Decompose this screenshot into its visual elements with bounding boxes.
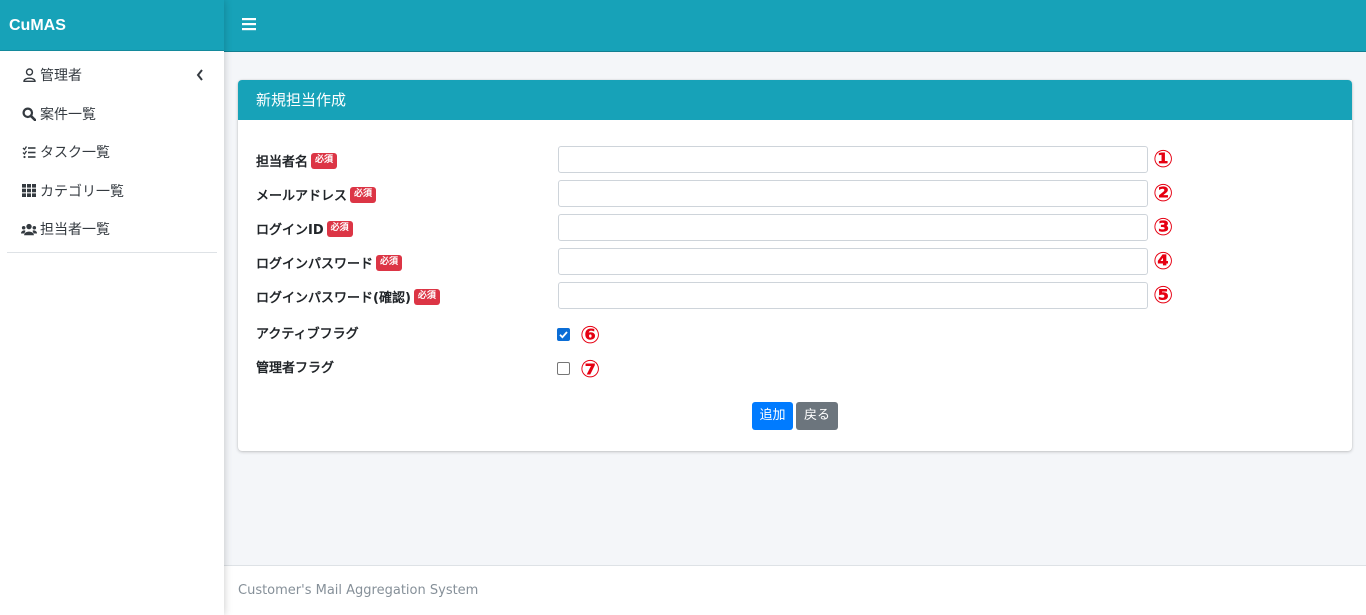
field-label: 管理者フラグ xyxy=(256,361,335,376)
staff-name-input[interactable] xyxy=(558,146,1148,173)
sidebar-item-label: 担当者一覧 xyxy=(40,222,110,239)
add-button[interactable]: 追加 xyxy=(752,402,793,430)
required-badge: 必須 xyxy=(326,220,353,237)
tasks-icon xyxy=(21,144,37,160)
required-badge: 必須 xyxy=(376,254,403,271)
footer-text: Customer's Mail Aggregation System xyxy=(238,583,479,598)
field-label: メールアドレス xyxy=(256,189,348,204)
hamburger-icon[interactable] xyxy=(242,17,260,34)
annotation-marker: ④ xyxy=(1153,247,1174,275)
field-label: 担当者名 xyxy=(256,155,309,170)
required-badge: 必須 xyxy=(350,186,377,203)
sidebar-item-label: 案件一覧 xyxy=(40,106,96,123)
search-icon xyxy=(21,106,37,122)
email-input[interactable] xyxy=(558,180,1148,207)
sidebar-item-cases[interactable]: 案件一覧 xyxy=(7,95,217,134)
sidebar-item-staff[interactable]: 担当者一覧 xyxy=(7,210,217,249)
required-badge: 必須 xyxy=(311,152,338,169)
annotation-marker: ⑥ xyxy=(580,321,601,349)
password-confirm-input[interactable] xyxy=(558,282,1148,309)
sidebar-divider xyxy=(7,251,217,253)
admin-flag-label: 管理者フラグ xyxy=(256,357,334,376)
sidebar-item-tasks[interactable]: タスク一覧 xyxy=(7,133,217,172)
card-title: 新規担当作成 xyxy=(238,80,1352,120)
users-icon xyxy=(21,221,37,237)
annotation-marker: ③ xyxy=(1153,213,1174,241)
login-id-label: ログインID 必須 xyxy=(256,219,353,238)
login-id-input[interactable] xyxy=(558,214,1148,241)
sidebar-item-label: カテゴリ一覧 xyxy=(40,183,124,200)
chevron-left-icon[interactable] xyxy=(195,68,205,82)
annotation-marker: ⑦ xyxy=(580,355,601,383)
active-flag-checkbox[interactable] xyxy=(557,328,570,341)
annotation-marker: ⑤ xyxy=(1153,281,1174,309)
active-flag-label: アクティブフラグ xyxy=(256,323,359,342)
annotation-marker: ① xyxy=(1153,145,1174,173)
top-navbar xyxy=(224,0,1366,52)
email-label: メールアドレス 必須 xyxy=(256,185,377,204)
back-button[interactable]: 戻る xyxy=(796,402,838,430)
field-label: ログインパスワード xyxy=(256,257,374,272)
footer: Customer's Mail Aggregation System xyxy=(224,565,1366,615)
sidebar-item-categories[interactable]: カテゴリ一覧 xyxy=(7,172,217,211)
field-label: アクティブフラグ xyxy=(256,327,359,342)
staff-name-label: 担当者名 必須 xyxy=(256,151,338,170)
password-confirm-label: ログインパスワード(確認) 必須 xyxy=(256,287,440,306)
brand-logo[interactable]: CuMAS xyxy=(0,0,224,51)
admin-flag-checkbox[interactable] xyxy=(557,362,570,375)
password-input[interactable] xyxy=(558,248,1148,275)
sidebar-item-label: 管理者 xyxy=(40,68,82,85)
sidebar-item-label: タスク一覧 xyxy=(40,145,110,162)
password-label: ログインパスワード 必須 xyxy=(256,253,403,272)
required-badge: 必須 xyxy=(413,288,440,305)
field-label: ログインID xyxy=(256,223,324,238)
sidebar-item-admin[interactable]: 管理者 xyxy=(7,56,217,95)
annotation-marker: ② xyxy=(1153,179,1174,207)
sidebar-nav: 管理者 案件一覧 タスク一覧 カテゴリ一覧 担当者一覧 xyxy=(0,56,224,253)
field-label: ログインパスワード(確認) xyxy=(256,291,411,306)
grid-icon xyxy=(21,183,37,199)
user-icon xyxy=(21,67,37,83)
sidebar: CuMAS 管理者 案件一覧 タスク一覧 カテゴリ一覧 担当者一覧 xyxy=(0,0,224,615)
